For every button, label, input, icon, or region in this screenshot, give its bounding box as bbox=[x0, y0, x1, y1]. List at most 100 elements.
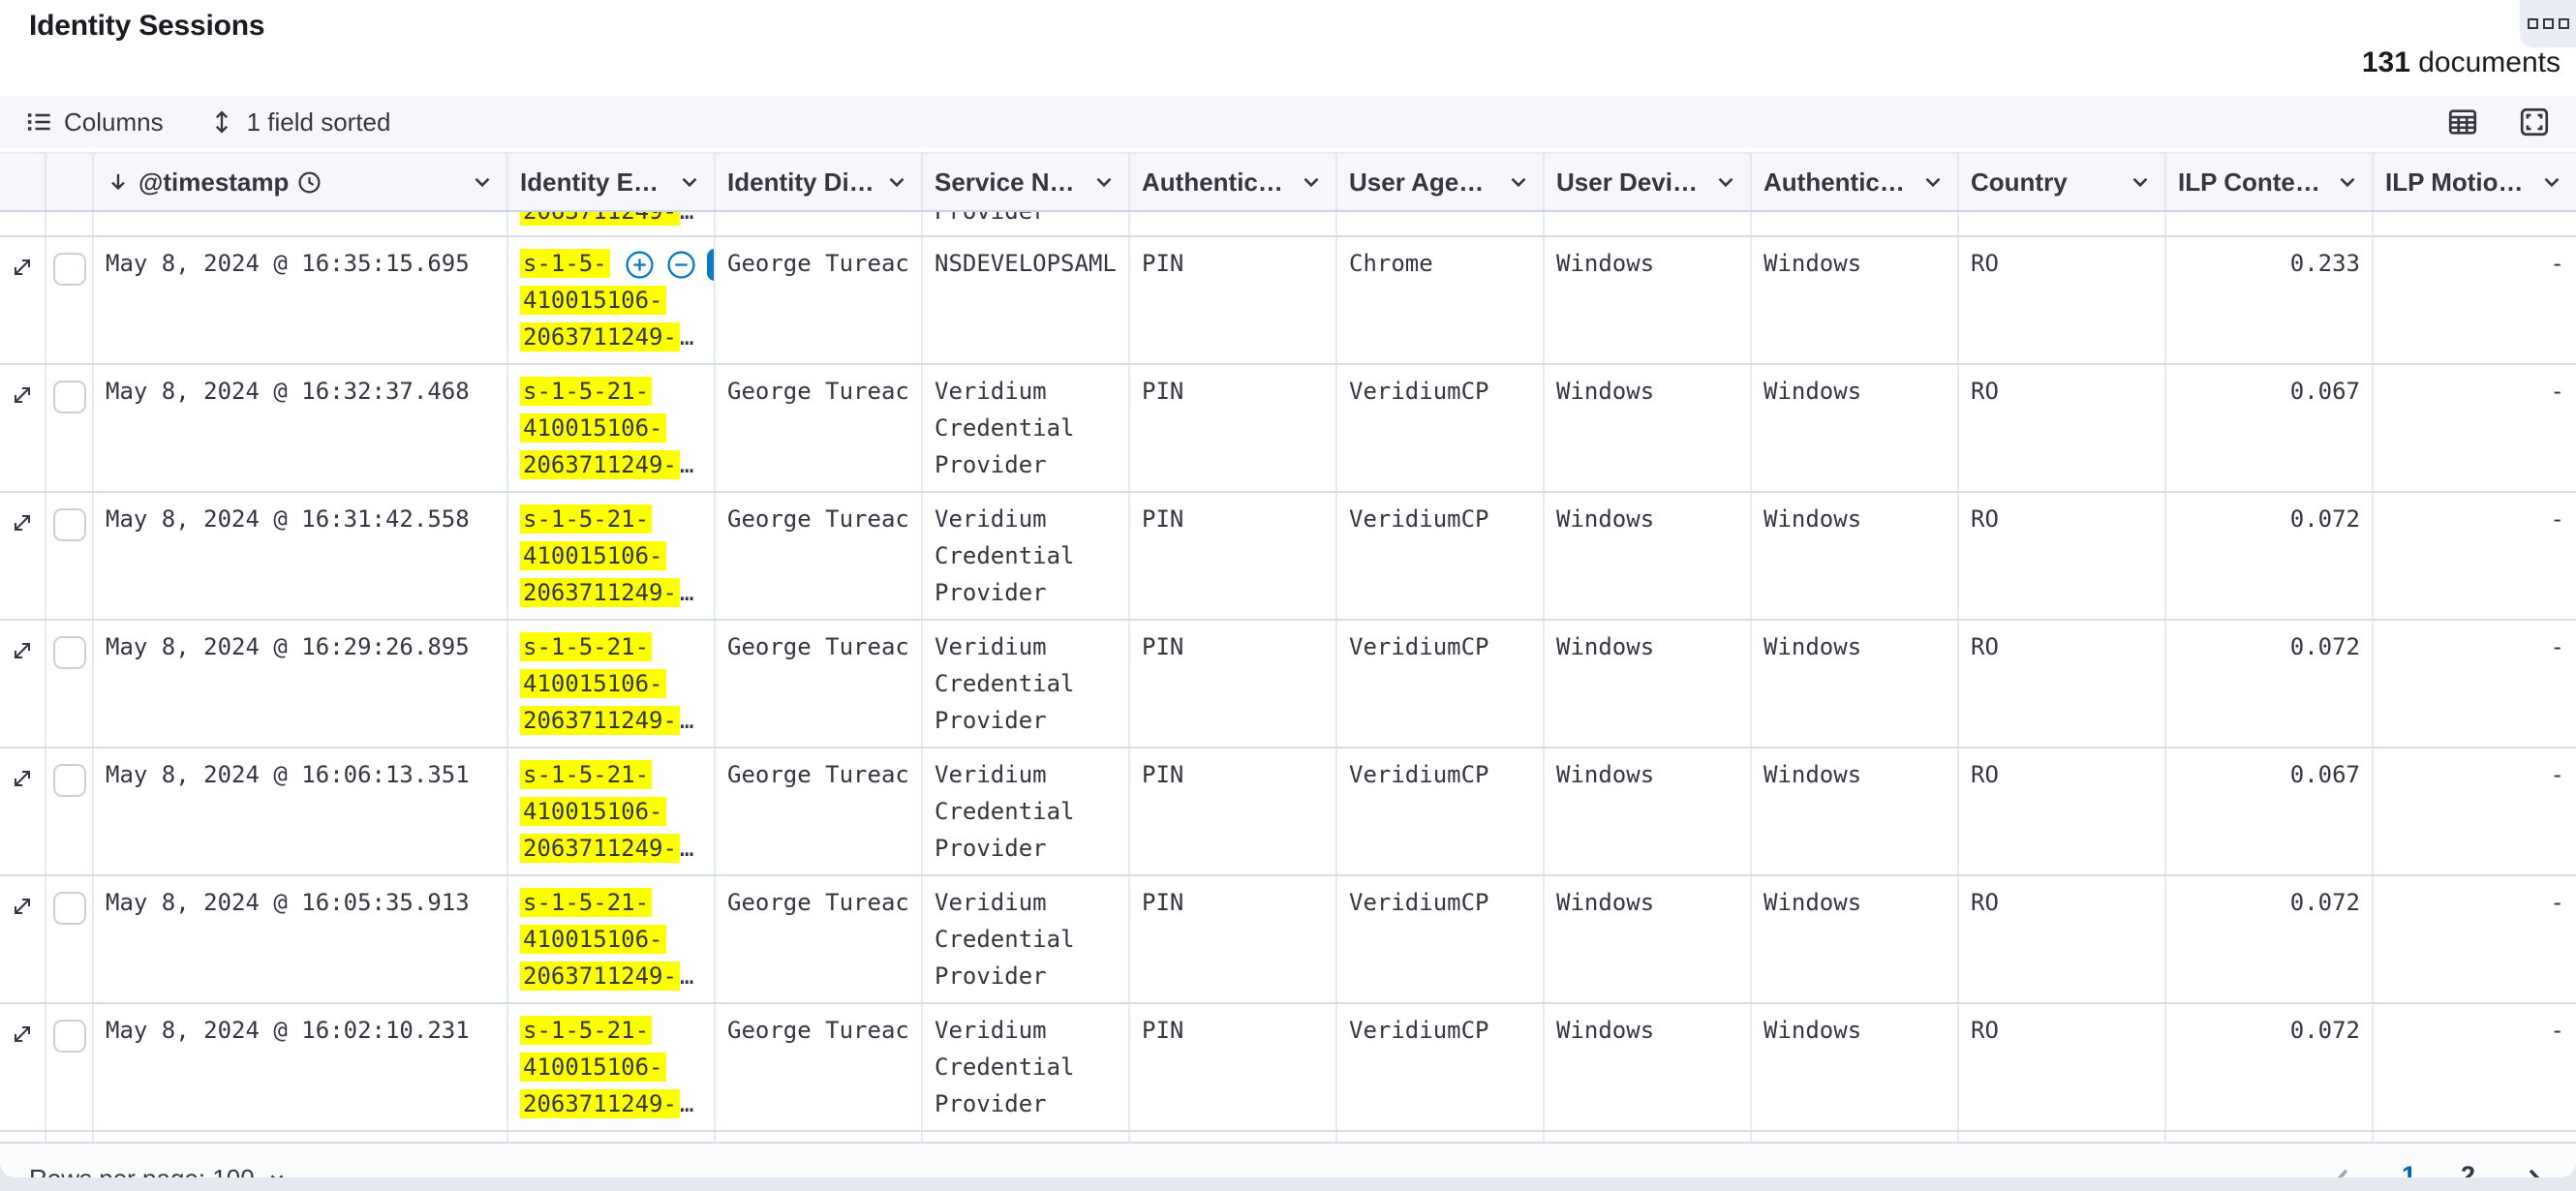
cell-auth-method: PIN bbox=[1130, 493, 1337, 619]
filter-out-value-icon[interactable] bbox=[665, 249, 697, 281]
expand-document-icon[interactable] bbox=[8, 636, 37, 665]
cell-timestamp: May 8, 2024 @ 16:05:35.913 bbox=[94, 876, 508, 1002]
cell-ilp-context: 0.072 bbox=[2166, 493, 2374, 619]
cell-user-agent: VeridiumCP bbox=[1337, 621, 1545, 747]
cell-ilp-motion: - bbox=[2374, 1004, 2576, 1130]
chevron-down-icon[interactable] bbox=[1506, 169, 1531, 195]
cell-user-device: Windows bbox=[1545, 493, 1752, 619]
column-header-label: Service Name bbox=[935, 168, 1084, 198]
cell-service: Veridium Credential Provider bbox=[923, 876, 1130, 1002]
column-header-ilp_motion[interactable]: ILP Motion S… bbox=[2374, 154, 2576, 210]
cell-identity-dis: George Tureac bbox=[716, 876, 923, 1002]
highlighted-text: 2063711249- bbox=[520, 322, 680, 351]
rows-per-page-select[interactable]: Rows per page: 100 bbox=[29, 1164, 288, 1178]
row-select-checkbox[interactable] bbox=[53, 636, 86, 669]
row-select-checkbox[interactable] bbox=[53, 764, 86, 797]
chevron-down-icon[interactable] bbox=[884, 169, 909, 195]
column-header-country[interactable]: Country bbox=[1959, 154, 2166, 210]
chevron-down-icon[interactable] bbox=[470, 169, 495, 195]
column-header-timestamp[interactable]: @timestamp bbox=[94, 154, 508, 210]
row-expand-cell bbox=[0, 237, 46, 363]
identity-sessions-panel: Identity Sessions 131 documents Columns bbox=[0, 0, 2576, 1177]
cell-country: RO bbox=[1959, 621, 2166, 747]
chevron-down-icon[interactable] bbox=[1091, 169, 1117, 195]
expand-document-icon[interactable] bbox=[8, 253, 37, 282]
cell bbox=[1959, 212, 2166, 235]
columns-list-icon bbox=[25, 108, 52, 136]
columns-button-label: Columns bbox=[64, 107, 164, 137]
documents-count-number: 131 bbox=[2362, 46, 2410, 78]
chevron-down-icon[interactable] bbox=[677, 169, 702, 195]
cell-user-agent: VeridiumCP bbox=[1337, 365, 1545, 491]
cell-identity-ext: s-1-5-21-410015106-2063711249-… bbox=[508, 493, 716, 619]
cell-auth-os: Windows bbox=[1752, 493, 1959, 619]
cell-identity-ext: 2063711249-… bbox=[508, 212, 716, 235]
cell-identity-ext: s-1-5-410015106-2063711249-… bbox=[508, 237, 716, 363]
expand-document-icon[interactable] bbox=[8, 508, 37, 537]
cell-identity-dis bbox=[716, 212, 923, 235]
row-select-checkbox[interactable] bbox=[53, 892, 86, 925]
columns-button[interactable]: Columns bbox=[25, 107, 164, 137]
column-header-label: Identity Ext… bbox=[520, 168, 669, 198]
expand-cell-button[interactable] bbox=[707, 249, 716, 281]
row-select-checkbox[interactable] bbox=[53, 381, 86, 413]
highlighted-text: s-1-5- bbox=[520, 249, 610, 278]
highlighted-text: 410015106- bbox=[520, 1053, 666, 1082]
cell-service: Veridium Credential Provider bbox=[923, 493, 1130, 619]
cell-ilp-context: 0.072 bbox=[2166, 876, 2374, 1002]
chevron-down-icon[interactable] bbox=[2539, 169, 2564, 195]
table-row: May 8, 2024 @ 16:32:37.468s-1-5-21-41001… bbox=[0, 365, 2576, 493]
filter-for-value-icon[interactable] bbox=[624, 249, 656, 281]
chevron-down-icon[interactable] bbox=[1299, 169, 1324, 195]
cell bbox=[716, 1132, 923, 1142]
cell-ilp-context: 0.072 bbox=[2166, 1004, 2374, 1130]
chevron-down-icon[interactable] bbox=[2335, 169, 2360, 195]
panel-options-button[interactable] bbox=[2520, 0, 2576, 47]
column-header-label: Authenticat… bbox=[1763, 168, 1913, 198]
fullscreen-icon[interactable] bbox=[2518, 106, 2551, 138]
row-checkbox-cell bbox=[46, 212, 94, 235]
chevron-down-icon[interactable] bbox=[1713, 169, 1738, 195]
row-select-checkbox[interactable] bbox=[53, 508, 86, 541]
column-header-service[interactable]: Service Name bbox=[923, 154, 1130, 210]
column-header-user_device[interactable]: User Device… bbox=[1545, 154, 1752, 210]
column-header-identity_dis[interactable]: Identity Dis… bbox=[716, 154, 923, 210]
row-select-checkbox[interactable] bbox=[53, 253, 86, 286]
row-expand-cell bbox=[0, 493, 46, 619]
cell-identity-ext: s-1-5-21-410015106-2063711249-… bbox=[508, 748, 716, 874]
sort-descending-icon bbox=[106, 169, 131, 195]
column-header-ilp_context[interactable]: ILP Context … bbox=[2166, 154, 2374, 210]
grid-header-row: @timestamp Identity Ext… Identity Dis… Serv… bbox=[0, 152, 2576, 212]
column-header-user_agent[interactable]: User Agent … bbox=[1337, 154, 1545, 210]
cell-user-device: Windows bbox=[1545, 365, 1752, 491]
cell-user-agent: VeridiumCP bbox=[1337, 493, 1545, 619]
page-button-1[interactable]: 1 bbox=[2402, 1161, 2416, 1178]
cell-timestamp bbox=[94, 212, 508, 235]
column-header-auth_method[interactable]: Authenticat… bbox=[1130, 154, 1337, 210]
cell-ilp-context: 0.072 bbox=[2166, 621, 2374, 747]
column-header-identity_ext[interactable]: Identity Ext… bbox=[508, 154, 716, 210]
row-select-checkbox[interactable] bbox=[53, 1020, 86, 1053]
sort-fields-button[interactable]: 1 field sorted bbox=[208, 107, 391, 137]
cell-timestamp: May 8, 2024 @ 16:02:10.231 bbox=[94, 1004, 508, 1130]
page-title: Identity Sessions bbox=[29, 10, 264, 43]
panel-header: Identity Sessions 131 documents bbox=[0, 0, 2576, 96]
highlighted-text: 2063711249- bbox=[520, 834, 680, 863]
expand-document-icon[interactable] bbox=[8, 764, 37, 793]
cell bbox=[1959, 1132, 2166, 1142]
cell bbox=[2374, 212, 2576, 235]
highlighted-text: s-1-5-21- bbox=[520, 1016, 652, 1045]
chevron-down-icon[interactable] bbox=[1920, 169, 1946, 195]
expand-document-icon[interactable] bbox=[8, 892, 37, 921]
page-button-2[interactable]: 2 bbox=[2461, 1161, 2475, 1178]
expand-document-icon[interactable] bbox=[8, 381, 37, 410]
highlighted-text: s-1-5-21- bbox=[520, 760, 652, 789]
row-checkbox-cell bbox=[46, 621, 94, 747]
previous-page-icon[interactable] bbox=[2330, 1165, 2357, 1177]
chevron-down-icon[interactable] bbox=[2128, 169, 2153, 195]
next-page-icon[interactable] bbox=[2520, 1165, 2547, 1177]
expand-document-icon[interactable] bbox=[8, 1020, 37, 1049]
column-header-auth_os[interactable]: Authenticat… bbox=[1752, 154, 1959, 210]
display-options-table-icon[interactable] bbox=[2446, 106, 2479, 138]
cell-user-device: Windows bbox=[1545, 876, 1752, 1002]
